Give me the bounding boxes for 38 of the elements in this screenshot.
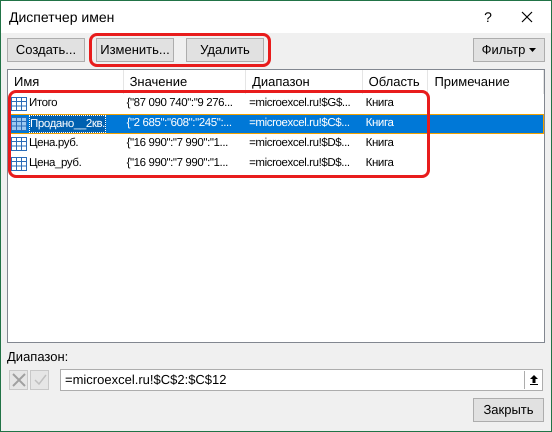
close-icon[interactable] xyxy=(521,11,533,23)
column-header[interactable]: Имя xyxy=(14,72,40,92)
table-cell-text: {"2 685":"608":"245":... xyxy=(126,116,232,132)
table-cell-text: =microexcel.ru!$D$... xyxy=(249,156,350,172)
table-cell-text: Книга xyxy=(366,116,394,132)
table-icon xyxy=(11,97,27,111)
table-cell-text: =microexcel.ru!$G$... xyxy=(249,96,350,112)
column-header[interactable]: Диапазон xyxy=(252,72,310,92)
close-button[interactable]: Закрыть xyxy=(473,398,544,422)
column-header[interactable]: Значение xyxy=(130,72,188,92)
table-cell-text: Цена_руб. xyxy=(29,156,82,172)
checkmark-icon[interactable] xyxy=(30,370,49,390)
table-icon xyxy=(11,117,27,131)
dialog-button[interactable]: Изменить... xyxy=(96,38,174,62)
window-title: Диспетчер имен xyxy=(9,8,116,27)
table-cell-text: Книга xyxy=(366,156,394,172)
column-header[interactable]: Примечание xyxy=(434,72,510,92)
table-cell-text: Книга xyxy=(366,96,394,112)
range-field[interactable]: =microexcel.ru!$C$2:$C$12 xyxy=(60,368,543,390)
table-cell-text: =microexcel.ru!$C$... xyxy=(249,116,350,132)
table-cell-text: {"16 990":"7 990":"1... xyxy=(126,156,228,172)
table-cell-text: Книга xyxy=(366,136,394,152)
table-cell-text: {"87 090 740":"9 276... xyxy=(126,96,233,112)
dialog-button[interactable]: Удалить xyxy=(186,38,264,62)
range-label: Диапазон: xyxy=(7,348,70,366)
help-button[interactable]: ? xyxy=(473,6,503,28)
table-cell-text: Цена.руб. xyxy=(29,136,78,152)
table-cell-text: {"16 990":"7 990":"1... xyxy=(126,136,228,152)
dialog-button[interactable]: Создать... xyxy=(7,38,85,62)
table-icon xyxy=(11,137,27,151)
table-icon xyxy=(11,157,27,171)
column-header[interactable]: Область xyxy=(368,72,420,92)
table-cell-text: Итого xyxy=(29,96,58,112)
table-cell: Продано__2кв. xyxy=(29,115,106,133)
caret-icon xyxy=(529,48,536,52)
filter-button[interactable]: Фильтр xyxy=(473,38,545,62)
table-cell-text: =microexcel.ru!$D$... xyxy=(249,136,350,152)
list-row[interactable]: Продано__2кв. {"2 685":"608":"245":... =microexcel.ru!$C$... Книга xyxy=(8,114,544,134)
